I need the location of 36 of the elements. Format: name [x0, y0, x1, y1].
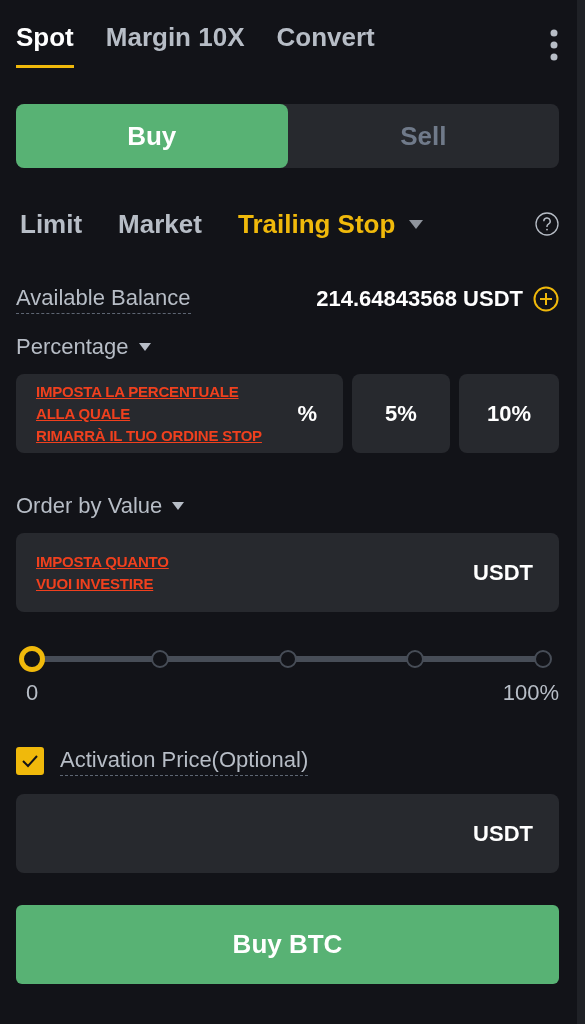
currency-unit: USDT — [473, 559, 533, 586]
tab[interactable]: Spot — [16, 22, 74, 68]
slider-stop-icon[interactable] — [150, 650, 169, 668]
slider-stop-icon[interactable] — [278, 650, 297, 668]
value-input-field[interactable]: IMPOSTA QUANTO VUOI INVESTIRE USDT — [16, 533, 559, 612]
activation-price-label: Activation Price(Optional) — [60, 746, 309, 776]
caret-icon[interactable] — [172, 502, 185, 510]
order-by-value-label: Order by Value — [16, 493, 163, 519]
slider-thumb[interactable] — [19, 646, 45, 672]
annotation-text: IMPOSTA LA PERCENTUALE ALLA QUALE RIMARRÀ IL TUO ORDINE STOP — [36, 381, 262, 446]
tab[interactable]: Margin 10X — [105, 22, 245, 68]
slider-min-label: 0 — [26, 680, 39, 706]
percentage-label: Percentage — [16, 334, 129, 360]
percentage-input-field[interactable]: IMPOSTA LA PERCENTUALE ALLA QUALE RIMARRÀ IL TUO ORDINE STOP % — [16, 374, 343, 453]
balance-label: Available Balance — [16, 284, 191, 314]
activation-price-input-field[interactable]: USDT — [16, 794, 559, 873]
more-menu-icon[interactable] — [549, 28, 559, 62]
checkmark-icon — [21, 754, 39, 768]
percentage-preset-button[interactable]: 5% — [352, 374, 450, 453]
order-type-tab[interactable]: Trailing Stop — [237, 208, 396, 240]
currency-unit: USDT — [473, 820, 533, 847]
caret-icon[interactable] — [409, 219, 424, 229]
checkbox[interactable] — [16, 747, 44, 775]
balance-value: 214.64843568 USDT — [316, 286, 523, 312]
percent-unit: % — [297, 400, 317, 427]
slider-stop-icon[interactable] — [406, 650, 425, 668]
tab[interactable]: Convert — [276, 22, 375, 68]
slider-max-label: 100% — [502, 680, 559, 706]
order-type-tab[interactable]: Market — [118, 208, 202, 240]
percentage-preset-button[interactable]: 10% — [459, 374, 559, 453]
order-type-tab[interactable]: Limit — [20, 208, 83, 240]
help-icon[interactable] — [535, 212, 559, 236]
caret-icon[interactable] — [138, 343, 151, 351]
annotation-text: IMPOSTA QUANTO VUOI INVESTIRE — [36, 551, 169, 594]
slider-stop-icon[interactable] — [534, 650, 552, 668]
add-icon[interactable] — [533, 286, 559, 312]
